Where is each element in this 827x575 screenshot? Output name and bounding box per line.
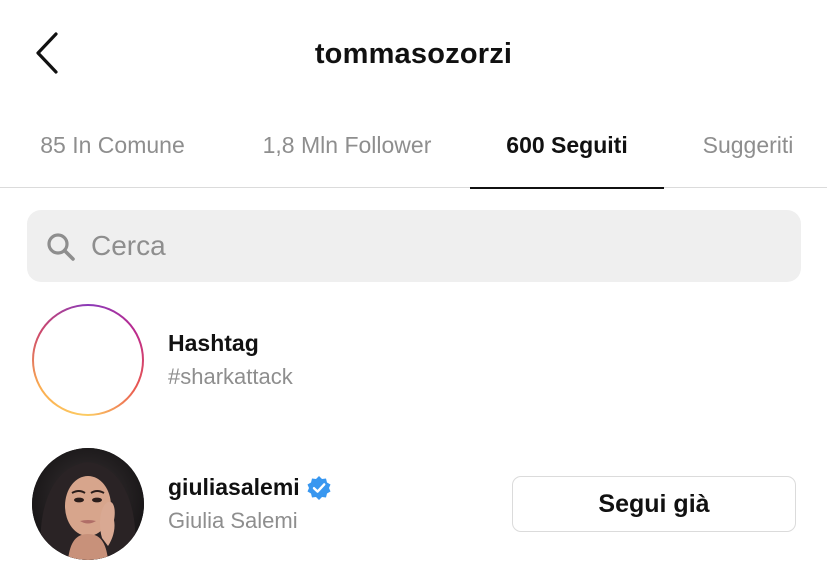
- page-title: tommasozorzi: [314, 38, 513, 70]
- tab-label: 1,8 Mln Follower: [262, 132, 432, 158]
- follow-tabs: 85 In Comune 1,8 Mln Follower 600 Seguit…: [0, 110, 827, 189]
- tab-label: 600 Seguiti: [506, 132, 628, 158]
- avatar[interactable]: [32, 448, 144, 560]
- tab-seguiti[interactable]: 600 Seguiti: [470, 128, 664, 189]
- hashtag-title-text: Hashtag: [168, 330, 259, 356]
- tab-label: Suggeriti: [702, 132, 794, 158]
- top-bar: tommasozorzi: [0, 0, 827, 110]
- profile-photo: [32, 448, 144, 560]
- hashtag-icon: [65, 326, 111, 395]
- tab-label: 85 In Comune: [40, 132, 185, 158]
- verified-badge-icon: [307, 475, 331, 500]
- tab-follower[interactable]: 1,8 Mln Follower: [236, 128, 458, 188]
- username-text: giuliasalemi: [168, 474, 300, 500]
- list-item-hashtag[interactable]: Hashtag #sharkattack: [0, 300, 827, 420]
- list-item-user[interactable]: giuliasalemi Giulia Salemi Segui già: [0, 444, 827, 564]
- search-input[interactable]: [91, 226, 781, 266]
- tab-suggeriti[interactable]: Suggeriti: [678, 128, 818, 188]
- search-bar[interactable]: [27, 210, 801, 282]
- following-button[interactable]: Segui già: [512, 476, 796, 532]
- hashtag-title: Hashtag: [168, 330, 259, 357]
- tab-in-comune[interactable]: 85 In Comune: [10, 128, 215, 188]
- user-full-name: Giulia Salemi: [168, 508, 298, 533]
- hashtag-name: #sharkattack: [168, 364, 293, 389]
- hashtag-avatar: [32, 304, 144, 416]
- username[interactable]: giuliasalemi: [168, 474, 332, 501]
- search-icon: [47, 233, 75, 261]
